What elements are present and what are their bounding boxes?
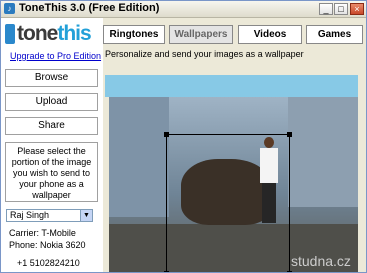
window-title: ToneThis 3.0 (Free Edition) <box>19 2 160 14</box>
browse-button[interactable]: Browse <box>5 69 98 87</box>
upgrade-link[interactable]: Upgrade to Pro Edition <box>10 51 101 61</box>
tab-videos[interactable]: Videos <box>238 25 302 44</box>
photo-building-right <box>288 97 358 207</box>
phone-number: +1 5102824210 <box>17 258 80 268</box>
upload-button[interactable]: Upload <box>5 93 98 111</box>
phone-model-info: Phone: Nokia 3620 <box>9 240 86 250</box>
crop-handle-top-right[interactable] <box>287 132 292 137</box>
crop-handle-top-left[interactable] <box>164 132 169 137</box>
tab-wallpapers[interactable]: Wallpapers <box>169 25 233 44</box>
watermark: studna.cz <box>291 253 351 269</box>
logo-text: tonethis <box>17 22 92 45</box>
app-icon: ♪ <box>4 3 15 14</box>
crop-selection[interactable] <box>164 132 292 272</box>
image-preview <box>105 75 358 272</box>
contact-select-value: Raj Singh <box>10 210 50 220</box>
wallpaper-photo <box>109 97 358 272</box>
instructions-text: Please select the portion of the image y… <box>5 142 98 202</box>
phone-icon <box>5 24 15 44</box>
carrier-info: Carrier: T-Mobile <box>9 228 76 238</box>
tab-ringtones[interactable]: Ringtones <box>103 25 165 44</box>
close-button[interactable]: × <box>350 3 364 15</box>
contact-select[interactable]: Raj Singh ▼ <box>6 209 93 222</box>
chevron-down-icon[interactable]: ▼ <box>80 210 92 221</box>
tab-games[interactable]: Games <box>306 25 363 44</box>
page-hint: Personalize and send your images as a wa… <box>105 49 304 59</box>
title-bar[interactable]: ♪ ToneThis 3.0 (Free Edition) _ □ × <box>1 1 366 18</box>
photo-building-left <box>109 97 169 217</box>
maximize-button[interactable]: □ <box>334 3 348 15</box>
share-button[interactable]: Share <box>5 117 98 135</box>
minimize-button[interactable]: _ <box>319 3 333 15</box>
preview-header-bar <box>105 75 358 97</box>
sidebar: tonethis Upgrade to Pro Edition Browse U… <box>1 18 103 272</box>
app-window: ♪ ToneThis 3.0 (Free Edition) _ □ × tone… <box>0 0 367 273</box>
